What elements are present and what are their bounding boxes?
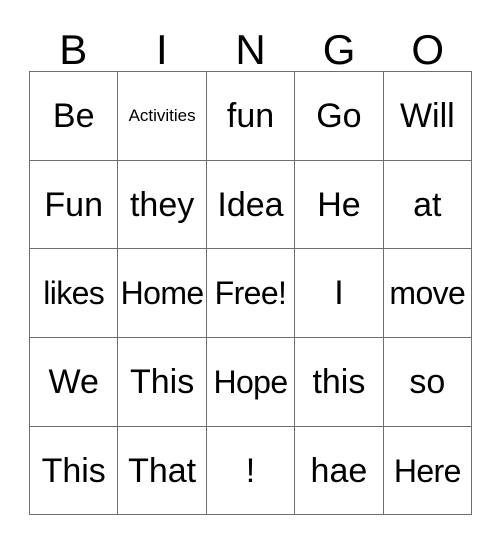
bingo-cell[interactable]: Be: [30, 72, 119, 161]
bingo-cell[interactable]: at: [383, 160, 473, 250]
bingo-header-cell-n: N: [206, 18, 295, 71]
bingo-cell-label: so: [409, 362, 446, 401]
bingo-cell[interactable]: they: [118, 160, 207, 250]
bingo-cell-label: This: [129, 362, 195, 401]
bingo-header-letter: G: [322, 26, 356, 73]
bingo-cell-label: Idea: [217, 185, 284, 224]
bingo-cell[interactable]: this: [295, 338, 384, 427]
bingo-cell-label: Be: [52, 96, 95, 135]
bingo-cell-label: !: [245, 451, 256, 490]
bingo-header-cell-o: O: [383, 18, 472, 71]
bingo-cell[interactable]: Hope: [206, 338, 296, 427]
bingo-row: We This Hope this so: [30, 338, 473, 427]
bingo-row: likes Home Free! I move: [30, 249, 473, 339]
bingo-cell[interactable]: That: [118, 426, 207, 516]
bingo-cell-label: We: [48, 362, 99, 401]
bingo-cell-label: I: [334, 274, 344, 313]
bingo-grid: Be Activities fun Go Will Fun they Idea …: [29, 71, 473, 516]
bingo-cell-label: He: [317, 185, 361, 224]
bingo-cell[interactable]: Will: [383, 72, 473, 161]
bingo-header-letter: I: [156, 26, 168, 73]
bingo-cell-label: Home: [120, 275, 205, 312]
bingo-cell[interactable]: Here: [383, 426, 473, 516]
bingo-cell[interactable]: Activities: [118, 72, 207, 161]
bingo-cell-label: fun: [226, 96, 275, 135]
bingo-cell[interactable]: Home: [118, 249, 207, 339]
bingo-cell-label: Will: [399, 96, 455, 135]
bingo-cell-label: That: [128, 451, 197, 490]
bingo-cell[interactable]: Idea: [206, 160, 296, 250]
bingo-cell[interactable]: Go: [295, 72, 384, 161]
bingo-cell-label: This: [41, 451, 106, 490]
bingo-cell[interactable]: He: [295, 160, 384, 250]
bingo-cell-label: this: [312, 362, 366, 401]
bingo-cell[interactable]: This: [118, 338, 207, 427]
bingo-cell[interactable]: move: [383, 249, 473, 339]
bingo-cell-label: Hope: [213, 363, 288, 400]
bingo-cell-label: Go: [316, 96, 362, 135]
bingo-cell[interactable]: so: [383, 338, 473, 427]
bingo-row: This That ! hae Here: [30, 426, 473, 516]
bingo-cell[interactable]: Fun: [30, 160, 119, 250]
bingo-cell[interactable]: !: [206, 426, 296, 516]
bingo-header-letter: N: [235, 26, 266, 73]
bingo-cell-label: they: [129, 185, 195, 224]
bingo-header-cell-g: G: [295, 18, 384, 71]
bingo-header-letter: B: [59, 26, 88, 73]
bingo-cell-label: Fun: [44, 185, 103, 224]
bingo-cell[interactable]: I: [295, 249, 384, 339]
bingo-header-letter: O: [411, 26, 444, 73]
bingo-cell-label: likes: [43, 275, 105, 312]
bingo-cell-label: at: [413, 185, 442, 224]
bingo-row: Fun they Idea He at: [30, 160, 473, 250]
bingo-cell[interactable]: We: [30, 338, 119, 427]
bingo-cell[interactable]: hae: [295, 426, 384, 516]
bingo-header-cell-i: I: [118, 18, 207, 71]
bingo-cell[interactable]: fun: [206, 72, 296, 161]
bingo-cell-label: move: [389, 275, 466, 312]
bingo-cell-label: Free!: [214, 275, 287, 312]
bingo-cell-label: hae: [310, 451, 368, 490]
bingo-header-cell-b: B: [29, 18, 118, 71]
bingo-cell-label: Activities: [128, 106, 196, 126]
bingo-cell[interactable]: This: [30, 426, 119, 516]
bingo-row: Be Activities fun Go Will: [30, 72, 473, 161]
bingo-cell[interactable]: likes: [30, 249, 119, 339]
bingo-cell-free[interactable]: Free!: [206, 249, 296, 339]
bingo-card: B I N G O Be Activities fun Go Will Fun …: [29, 18, 473, 516]
bingo-cell-label: Here: [393, 452, 462, 489]
bingo-header-row: B I N G O: [29, 18, 472, 71]
